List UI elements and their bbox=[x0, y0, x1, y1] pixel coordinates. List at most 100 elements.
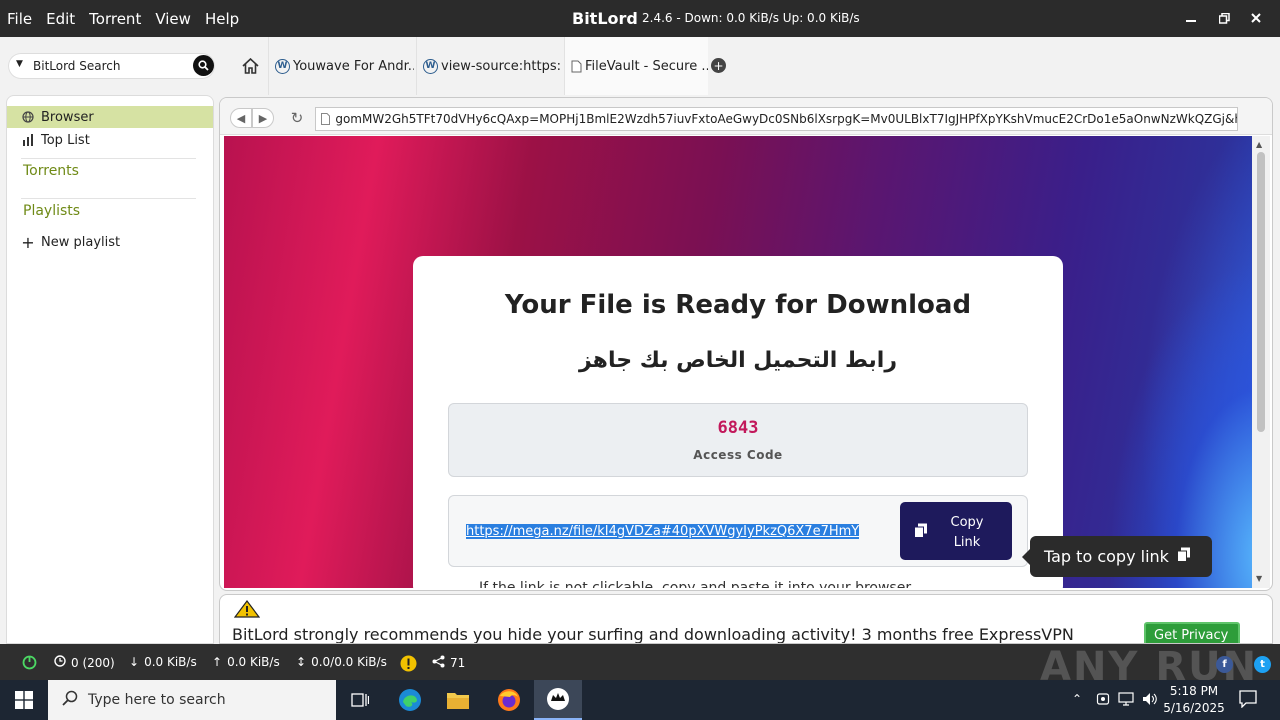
divider bbox=[21, 158, 196, 159]
status-bar: 0 (200) ↓ 0.0 KiB/s ↑ 0.0 KiB/s ↕ 0.0/0.… bbox=[0, 644, 1280, 690]
menu-help[interactable]: Help bbox=[198, 10, 246, 28]
clock-date: 5/16/2025 bbox=[1163, 701, 1225, 715]
tray-chevron-icon[interactable]: ⌃ bbox=[1072, 692, 1082, 706]
bitlord-icon bbox=[547, 688, 569, 710]
forward-arrow-icon: ▶ bbox=[258, 111, 268, 125]
network-icon[interactable] bbox=[1118, 692, 1134, 709]
browser-navbar: ◀ ▶ ↻ gomMW2Gh5TFt70dVHy6cQAxp=MOPHj1Bml… bbox=[220, 98, 1272, 135]
hint-text: If the link is not clickable, copy and p… bbox=[479, 580, 915, 588]
volume-icon[interactable] bbox=[1142, 692, 1158, 709]
plus-icon: + bbox=[21, 232, 35, 252]
download-link-box: https://mega.nz/file/kI4gVDZa#40pXVWgyIy… bbox=[448, 495, 1028, 567]
peers-status: 71 bbox=[432, 655, 465, 671]
menu-torrent[interactable]: Torrent bbox=[82, 10, 148, 28]
windows-logo-icon bbox=[15, 691, 33, 709]
connection-status-icon[interactable] bbox=[22, 655, 37, 670]
ad-text: BitLord strongly recommends you hide you… bbox=[232, 625, 1074, 644]
sidebar-item-label: New playlist bbox=[41, 234, 121, 250]
sidebar-item-top-list[interactable]: Top List bbox=[7, 129, 213, 151]
search-label: BitLord Search bbox=[33, 59, 121, 73]
globe-icon bbox=[22, 111, 34, 123]
scroll-down-icon[interactable]: ▼ bbox=[1256, 574, 1262, 583]
download-speed: ↓ 0.0 KiB/s bbox=[129, 655, 197, 669]
home-tab[interactable] bbox=[234, 37, 266, 95]
tab-view-source[interactable]: W view-source:https:... bbox=[416, 37, 562, 95]
search-button[interactable] bbox=[193, 55, 214, 76]
page-icon bbox=[571, 60, 582, 72]
sidebar-item-browser[interactable]: Browser bbox=[7, 106, 213, 128]
access-code-box: 6843 Access Code bbox=[448, 403, 1028, 477]
start-button[interactable] bbox=[0, 680, 48, 720]
home-icon bbox=[241, 58, 259, 74]
reload-button[interactable]: ↻ bbox=[286, 108, 308, 128]
taskbar-search-box[interactable]: Type here to search bbox=[48, 680, 336, 720]
bitlord-app[interactable] bbox=[534, 680, 582, 720]
menu-edit[interactable]: Edit bbox=[39, 10, 82, 28]
wordpress-icon: W bbox=[423, 58, 438, 74]
clock-icon bbox=[54, 655, 66, 670]
forward-button[interactable]: ▶ bbox=[252, 108, 274, 128]
url-text: gomMW2Gh5TFt70dVHy6cQAxp=MOPHj1BmlE2Wzdh… bbox=[335, 112, 1237, 126]
wordpress-icon: W bbox=[275, 58, 290, 74]
meet-now-icon[interactable] bbox=[1096, 692, 1110, 709]
tab-title: view-source:https:... bbox=[441, 58, 562, 74]
file-explorer-app[interactable] bbox=[434, 680, 482, 720]
plus-icon: + bbox=[713, 58, 724, 73]
folder-icon bbox=[447, 693, 469, 709]
divider bbox=[21, 198, 196, 199]
download-speed-value: 0.0 KiB/s bbox=[144, 655, 197, 669]
back-button[interactable]: ◀ bbox=[230, 108, 252, 128]
page-title: Your File is Ready for Download bbox=[504, 290, 972, 320]
page-scrollbar[interactable]: ▲ ▼ bbox=[1252, 136, 1270, 588]
facebook-icon[interactable]: f bbox=[1216, 656, 1233, 673]
close-icon bbox=[1251, 13, 1261, 23]
tooltip-text: Tap to copy link bbox=[1044, 547, 1169, 566]
search-icon bbox=[198, 60, 209, 71]
new-playlist-button[interactable]: + New playlist bbox=[7, 231, 213, 253]
task-view-icon bbox=[351, 693, 369, 707]
new-tab-button[interactable]: + bbox=[711, 58, 726, 73]
copy-tooltip: Tap to copy link bbox=[1022, 536, 1212, 577]
minimize-icon bbox=[1186, 20, 1196, 22]
connections-status: 0 (200) bbox=[54, 655, 115, 670]
tab-title: Youwave For Andr... bbox=[293, 58, 414, 74]
sidebar-section-playlists[interactable]: Playlists bbox=[23, 203, 80, 219]
menu-file[interactable]: File bbox=[0, 10, 39, 28]
notifications-icon[interactable] bbox=[1239, 690, 1257, 711]
access-code-label: Access Code bbox=[693, 448, 783, 462]
sidebar-item-label: Browser bbox=[41, 109, 94, 125]
edge-app[interactable] bbox=[386, 680, 434, 720]
download-card: Your File is Ready for Download رابط الت… bbox=[413, 256, 1063, 588]
firefox-app[interactable] bbox=[485, 680, 533, 720]
copy-link-button[interactable]: Copy Link bbox=[900, 502, 1012, 560]
url-bar[interactable]: gomMW2Gh5TFt70dVHy6cQAxp=MOPHj1BmlE2Wzdh… bbox=[315, 107, 1238, 131]
access-code-value: 6843 bbox=[717, 418, 759, 438]
alert-icon[interactable] bbox=[400, 655, 417, 672]
up-down-arrow-icon: ↕ bbox=[296, 655, 307, 669]
app-title: BitLord bbox=[572, 9, 638, 28]
close-button[interactable] bbox=[1245, 8, 1267, 28]
app-status: 2.4.6 - Down: 0.0 KiB/s Up: 0.0 KiB/s bbox=[642, 11, 860, 25]
browser-pane: ◀ ▶ ↻ gomMW2Gh5TFt70dVHy6cQAxp=MOPHj1Bml… bbox=[219, 97, 1273, 591]
dropdown-caret-icon[interactable]: ▼ bbox=[16, 59, 23, 69]
page-icon bbox=[316, 108, 335, 130]
edge-icon bbox=[399, 689, 421, 711]
sidebar: Browser Top List Torrents Playlists + Ne… bbox=[6, 95, 214, 644]
scrollbar-thumb[interactable] bbox=[1257, 152, 1265, 432]
menu-view[interactable]: View bbox=[148, 10, 198, 28]
sidebar-section-torrents[interactable]: Torrents bbox=[23, 163, 79, 179]
minimize-button[interactable] bbox=[1180, 8, 1202, 28]
system-clock[interactable]: 5:18 PM 5/16/2025 bbox=[1158, 683, 1230, 717]
connections-count: 0 (200) bbox=[71, 655, 115, 670]
bitlord-search[interactable]: ▼ BitLord Search bbox=[8, 53, 215, 79]
get-privacy-button[interactable]: Get Privacy bbox=[1144, 622, 1240, 643]
twitter-icon[interactable]: t bbox=[1254, 656, 1271, 673]
task-view-button[interactable] bbox=[336, 680, 384, 720]
tab-filevault[interactable]: FileVault - Secure ... bbox=[564, 37, 708, 95]
tab-youwave[interactable]: W Youwave For Andr... bbox=[268, 37, 414, 95]
download-link[interactable]: https://mega.nz/file/kI4gVDZa#40pXVWgyIy… bbox=[466, 524, 860, 539]
peers-count: 71 bbox=[450, 656, 466, 670]
scroll-up-icon[interactable]: ▲ bbox=[1256, 140, 1262, 149]
restore-icon bbox=[1218, 12, 1230, 24]
maximize-button[interactable] bbox=[1213, 8, 1235, 28]
